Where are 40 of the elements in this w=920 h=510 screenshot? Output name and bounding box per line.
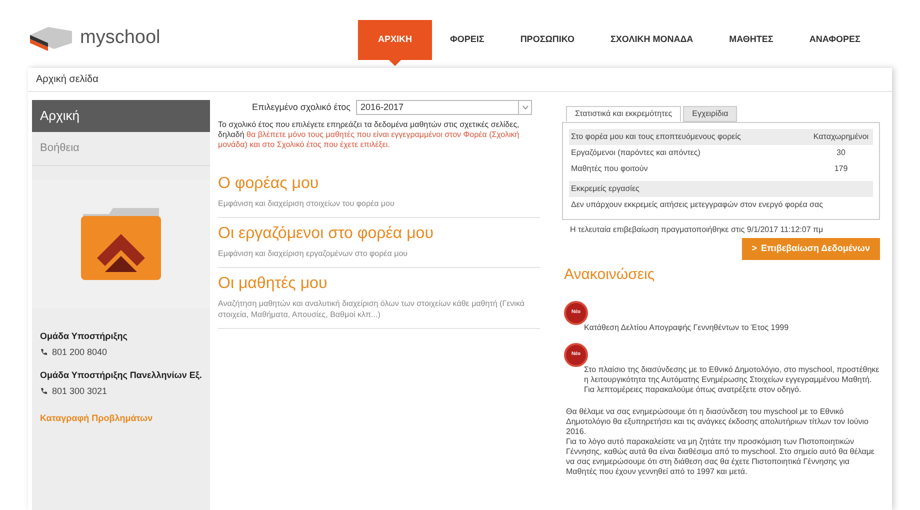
field-label: Επιλεγμένο σχολικό έτος: [252, 100, 350, 114]
support-title: Ομάδα Υποστήριξης: [40, 330, 128, 343]
caret-icon: [522, 105, 529, 110]
panel-tab[interactable]: Στατιστικά και εκκρεμότητες: [566, 106, 682, 122]
section-description: Αναζήτηση μαθητών και αναλυτική διαχείριση όλων των στοιχείων κάθε μαθητή (Γενικά στοιχεία, Μαθήματα, Απουσίες, Βαθμοί κλπ...): [218, 298, 526, 321]
nav-tab[interactable]: ΑΡΧΙΚΗ: [358, 20, 432, 60]
table-cell-text: 30: [836, 147, 846, 159]
nav-tab[interactable]: ΦΟΡΕΙΣ: [432, 20, 502, 60]
nav-tab[interactable]: ΜΑΘΗΤΕΣ: [711, 20, 792, 60]
announcement-text: Θα θέλαμε να σας ενημερώσουμε ότι η διασύνδεση του myschool με το Εθνικό Δημοτολόγιο θα εξυπηρετήσει και τις ανάγκες έκδοσης απολυτήριων τίτλων τον Ιούνιο 2016.: [566, 406, 870, 436]
column-header: Στο φορέα μου και τους εποπτευόμενους φορείς: [571, 131, 741, 143]
section-description: Εμφάνιση και διαχείριση στοιχείων του φορέα μου: [218, 198, 396, 210]
nav-tab[interactable]: ΣΧΟΛΙΚΗ ΜΟΝΑΔΑ: [592, 20, 712, 60]
nav-tab[interactable]: ΑΝΑΦΟΡΕΣ: [791, 20, 878, 60]
support-title: Ομάδα Υποστήριξης Πανελληνίων Εξ.: [40, 369, 202, 382]
announcement-text: Κατάθεση Δελτίου Απογραφής Γεννηθέντων το Έτος 1999: [583, 322, 790, 332]
folder-icon: [79, 206, 163, 282]
nav-tab[interactable]: ΠΡΟΣΩΠΙΚΟ: [502, 20, 593, 60]
pending-message: Δεν υπάρχουν εκκρεμείς αιτήσεις μετεγγραφών στον ενεργό φορέα σας: [570, 199, 824, 211]
table-cell: Εργαζόμενοι (παρόντες και απόντες): [571, 147, 700, 159]
breadcrumb[interactable]: Αρχική σελίδα: [36, 72, 98, 87]
announcements-heading: Ανακοινώσεις: [563, 265, 656, 285]
phone-icon: [40, 387, 48, 396]
logo-icon: [28, 25, 74, 51]
announcement-text: Στο πλαίσιο της διασύνδεσης με το Εθνικό Δημοτολόγιο, στο myschool, προστέθηκε η λειτουργικότητα της Αυτόματης Ενημέρωσης Στοιχείων εγγεγραμμένου Μαθητή. Για λεπτομέρειες παρακαλούμε όπως ανατρέξετε στον οδηγό.: [583, 364, 880, 394]
table-cell-text: 179: [833, 163, 849, 175]
phone-number: 801 200 8040: [52, 346, 108, 358]
sidebar-item[interactable]: Αρχική: [32, 100, 210, 132]
year-dropdown[interactable]: 2016-2017: [356, 100, 532, 115]
logo-text: myschool: [80, 26, 160, 50]
phone-number: 801 300 3021: [52, 384, 108, 398]
announcement-text: Για το λόγο αυτό παρακαλείστε να μη ζητάτε την προσκόμιση των Πιστοποιητικών Γέννησης, καθώς αυτά θα είναι διαθέσιμα από το myschool. Στο σημείο αυτό θα θέλαμε να σας ενημερώσουμε ότι στη διάθεση σας θα έχετε Πιστοποιητικά Γέννησης για Μαθητές που έχουν γεννηθεί από το 1997 και μετά.: [566, 436, 876, 476]
pending-title: Εκκρεμείς εργασίες: [571, 183, 640, 195]
column-header: Καταχωρημένοι: [812, 131, 870, 143]
section-description: Εμφάνιση και διαχείριση εργαζομένων στο φορέα μου: [218, 248, 409, 260]
table-cell: Μαθητές που φοιτούν: [571, 163, 648, 175]
intro-text: Το σχολικό έτος που επιλέγετε επηρεάζει τα δεδομένα μαθητών στις σχετικές σελίδες, δηλαδή θα βλέπετε μόνο τους μαθητές που είναι εγγεγραμμένοι στον Φορέα (Σχολική μονάδα) και στο Σχολικό έτος που έχετε επιλέξει.: [218, 120, 520, 150]
confirmation-note: Η τελευταία επιβεβαίωση πραγματοποιήθηκε στις 9/1/2017 11:12:07 πμ: [569, 224, 824, 236]
panel-tab[interactable]: Εγχειρίδια: [683, 106, 738, 122]
phone-icon: [40, 348, 48, 356]
